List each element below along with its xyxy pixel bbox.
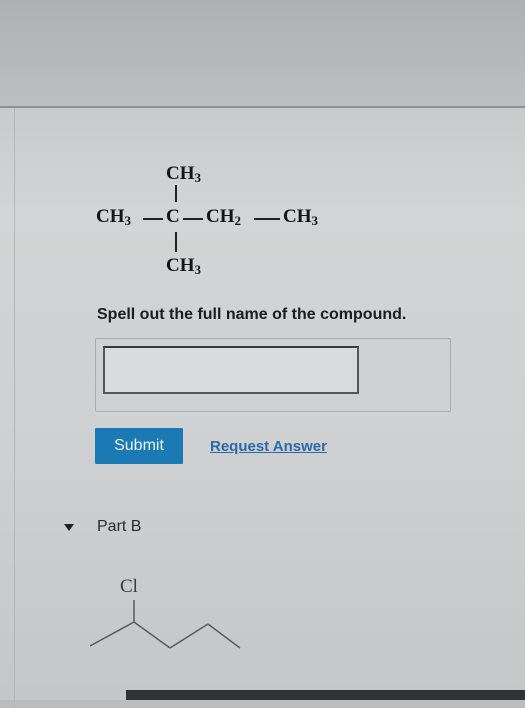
collapse-triangle-icon[interactable] [64,524,74,531]
bond-right-2 [254,218,280,220]
central-carbon: C [166,206,180,227]
submit-button[interactable]: Submit [95,428,183,464]
bottom-methyl-subscript: 3 [194,262,202,277]
methylene-group: CH2 [206,207,241,227]
bottom-methyl-text: CH [166,255,195,276]
skeleton-bond-1 [90,621,135,647]
top-methyl-group: CH3 [166,164,201,184]
right-methyl-subscript: 3 [311,213,319,228]
right-methyl-group: CH3 [283,207,318,227]
part-b-label[interactable]: Part B [97,518,141,536]
skeleton-bond-2 [133,621,171,649]
skeletal-structure [90,600,241,649]
bond-right-1 [183,218,203,220]
top-methyl-subscript: 3 [194,170,202,185]
left-methyl-group: CH3 [96,207,131,227]
skeleton-bond-3 [169,623,209,649]
structural-formula: CH3 CH3 C CH2 CH3 CH3 [0,0,525,300]
right-methyl-text: CH [283,206,312,227]
top-methyl-text: CH [166,163,195,184]
request-answer-link[interactable]: Request Answer [210,438,327,455]
bottom-methyl-group: CH3 [166,256,201,276]
left-methyl-text: CH [96,206,125,227]
left-methyl-subscript: 3 [124,213,132,228]
methylene-subscript: 2 [234,213,242,228]
skeleton-bond-4 [207,623,241,649]
methylene-text: CH [206,206,235,227]
bond-left [143,218,163,220]
answer-panel [95,338,451,412]
bond-bottom [175,232,177,252]
bond-top [175,185,177,202]
bottom-bar [126,690,525,700]
question-prompt: Spell out the full name of the compound. [97,306,407,323]
answer-input[interactable] [103,346,359,394]
chlorine-label: Cl [120,576,138,597]
